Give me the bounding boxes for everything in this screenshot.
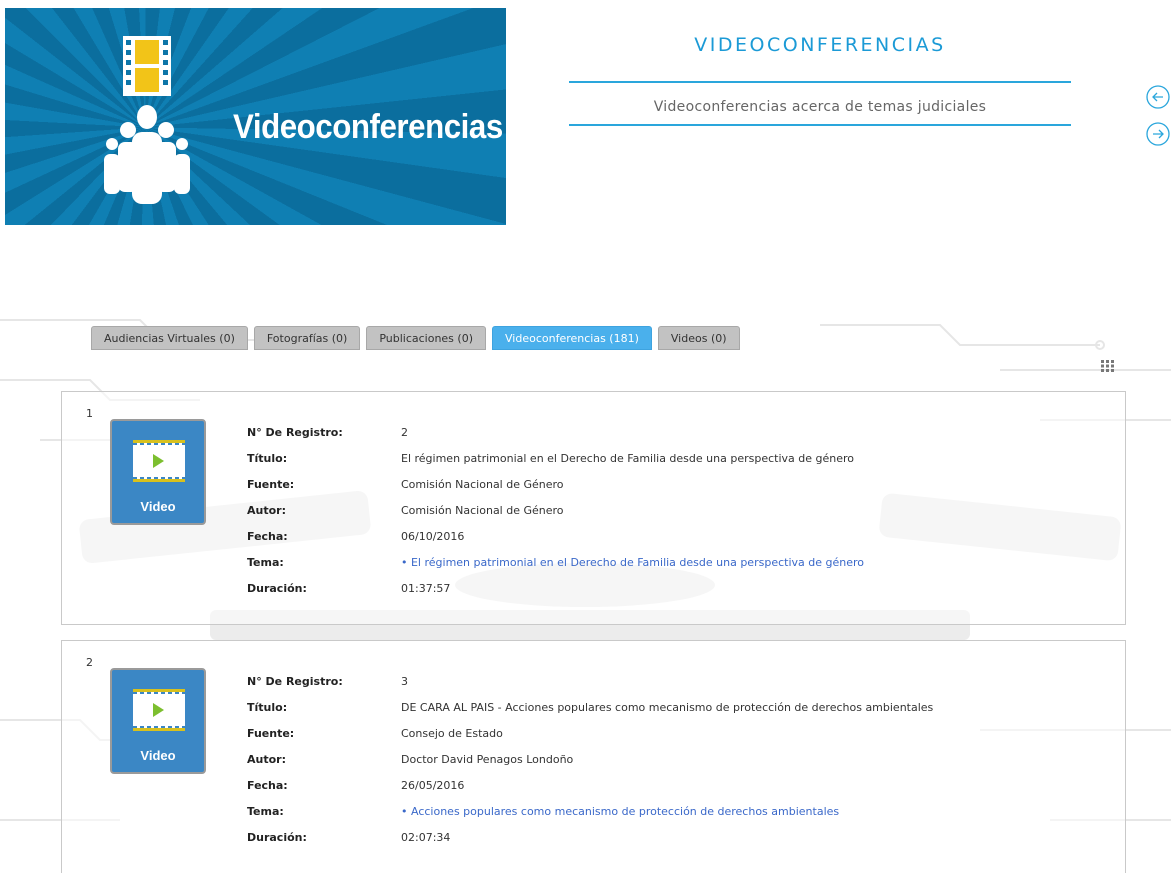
record-fields: N° De Registro: 2 Título: El régimen patri… (247, 419, 864, 601)
field-value-fuente: Comisión Nacional de Género (401, 477, 564, 491)
field-value-duracion: 01:37:57 (401, 581, 451, 595)
field-value-titulo: DE CARA AL PAIS - Acciones populares com… (401, 700, 934, 714)
page-subtitle: Videoconferencias acerca de temas judici… (653, 99, 987, 115)
people-group-icon (104, 105, 190, 204)
video-thumbnail-button[interactable]: Video (110, 419, 206, 525)
field-value-autor: Comisión Nacional de Género (401, 503, 564, 517)
field-label-fuente: Fuente: (247, 726, 295, 740)
record-card: 1 Video N° De Registro: 2 Título: El régim… (61, 391, 1126, 625)
page-title: VIDEOCONFERENCIAS (694, 34, 946, 56)
video-thumbnail-button[interactable]: Video (110, 668, 206, 774)
field-label-titulo: Título: (247, 451, 288, 465)
header-divider-top (569, 81, 1071, 83)
field-value-tema-link[interactable]: • Acciones populares como mecanismo de p… (401, 805, 839, 818)
field-value-duracion: 02:07:34 (401, 830, 451, 844)
tab-audiencias-virtuales[interactable]: Audiencias Virtuales (0) (91, 326, 248, 350)
tab-videos[interactable]: Videos (0) (657, 326, 740, 350)
field-value-autor: Doctor David Penagos Londoño (401, 752, 574, 766)
field-value-titulo: El régimen patrimonial en el Derecho de … (401, 451, 855, 465)
field-label-tema: Tema: (247, 804, 284, 818)
banner: Videoconferencias (5, 8, 506, 225)
grid-view-icon[interactable] (1101, 360, 1115, 372)
field-label-autor: Autor: (247, 503, 286, 517)
record-index: 2 (86, 656, 93, 669)
field-label-duracion: Duración: (247, 581, 307, 595)
tab-videoconferencias[interactable]: Videoconferencias (181) (492, 326, 652, 350)
video-film-icon (133, 689, 185, 731)
field-label-titulo: Título: (247, 700, 288, 714)
field-label-tema: Tema: (247, 555, 284, 569)
record-card: 2 Video N° De Registro: 3 Título: DE CARA … (61, 640, 1126, 873)
record-index: 1 (86, 407, 93, 420)
film-strip-icon (123, 36, 171, 96)
field-label-registro: N° De Registro: (247, 674, 343, 688)
tab-fotografias[interactable]: Fotografías (0) (253, 326, 361, 350)
banner-title: Videoconferencias (233, 108, 503, 146)
video-thumb-label: Video (140, 748, 176, 763)
field-label-fuente: Fuente: (247, 477, 295, 491)
arrow-right-circle-icon[interactable] (1146, 122, 1170, 146)
field-value-registro: 3 (401, 674, 408, 688)
video-film-icon (133, 440, 185, 482)
category-tabs: Audiencias Virtuales (0) Fotografías (0)… (91, 326, 740, 350)
field-label-fecha: Fecha: (247, 529, 288, 543)
field-label-autor: Autor: (247, 752, 286, 766)
arrow-left-circle-icon[interactable] (1146, 85, 1170, 109)
field-value-registro: 2 (401, 425, 408, 439)
tab-publicaciones[interactable]: Publicaciones (0) (366, 326, 486, 350)
field-label-duracion: Duración: (247, 830, 307, 844)
video-thumb-label: Video (140, 499, 176, 514)
play-icon (153, 454, 164, 468)
field-value-fuente: Consejo de Estado (401, 726, 503, 740)
field-value-fecha: 06/10/2016 (401, 529, 465, 543)
play-icon (153, 703, 164, 717)
field-label-registro: N° De Registro: (247, 425, 343, 439)
field-value-tema-link[interactable]: • El régimen patrimonial en el Derecho d… (401, 556, 864, 569)
field-label-fecha: Fecha: (247, 778, 288, 792)
record-fields: N° De Registro: 3 Título: DE CARA AL PAIS … (247, 668, 933, 850)
field-value-fecha: 26/05/2016 (401, 778, 465, 792)
header-divider-bottom (569, 124, 1071, 126)
